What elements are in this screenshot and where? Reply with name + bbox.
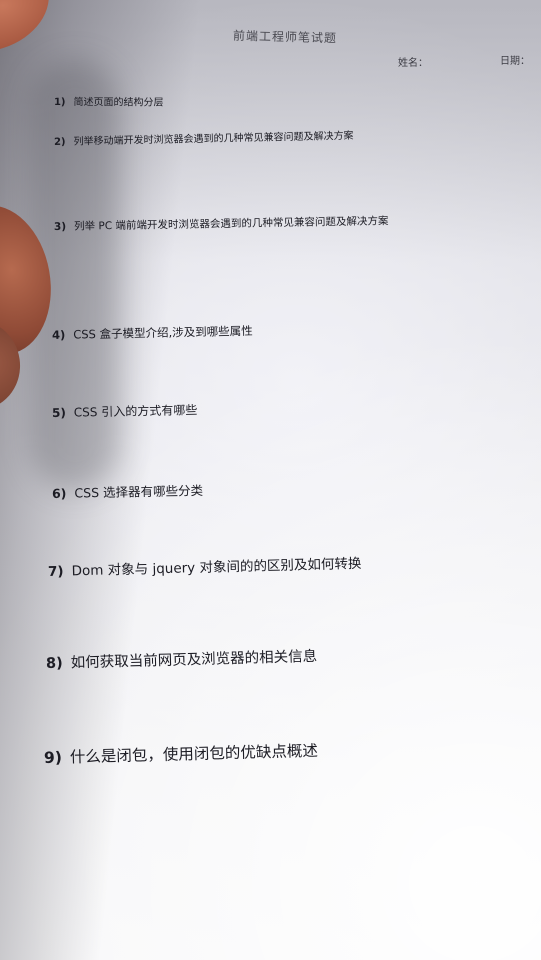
question-text: CSS 盒子模型介绍,涉及到哪些属性 — [73, 323, 253, 342]
question-text: CSS 引入的方式有哪些 — [73, 402, 198, 420]
question-3: 3) 列举 PC 端前端开发时浏览器会遇到的几种常见兼容问题及解决方案 — [54, 213, 389, 234]
question-number: 6) — [51, 485, 67, 501]
question-2: 2) 列举移动端开发时浏览器会遇到的几种常见兼容问题及解决方案 — [54, 127, 354, 148]
question-number: 2) — [53, 136, 66, 148]
question-number: 7) — [47, 563, 64, 580]
question-number: 5) — [51, 405, 66, 420]
question-5: 5) CSS 引入的方式有哪些 — [52, 401, 198, 421]
date-label: 日期： — [500, 56, 530, 67]
question-text: 列举 PC 端前端开发时浏览器会遇到的几种常见兼容问题及解决方案 — [74, 215, 389, 233]
question-number: 3) — [53, 220, 67, 233]
question-text: 简述页面的结构分层 — [73, 97, 164, 109]
question-8: 8) 如何获取当前网页及浏览器的相关信息 — [46, 645, 318, 673]
finger-top-left — [0, 0, 61, 67]
hand-shadow — [30, 60, 120, 490]
exam-paper: 前端工程师笔试题 姓名： 日期： 1) 简述页面的结构分层 2) 列举移动端开发时浏… — [0, 0, 541, 960]
question-9: 9) 什么是闭包，使用闭包的优缺点概述 — [44, 739, 318, 768]
question-number: 1) — [53, 97, 66, 109]
question-number: 4) — [51, 327, 66, 342]
question-text: 如何获取当前网页及浏览器的相关信息 — [70, 648, 318, 672]
question-7: 7) Dom 对象与 jquery 对象间的的区别及如何转换 — [48, 552, 362, 580]
question-text: CSS 选择器有哪些分类 — [74, 482, 204, 501]
question-number: 8) — [45, 655, 63, 672]
question-6: 6) CSS 选择器有哪些分类 — [52, 480, 203, 502]
finger-lower-left — [0, 314, 26, 416]
exam-title: 前端工程师笔试题 — [232, 28, 338, 46]
question-text: 列举移动端开发时浏览器会遇到的几种常见兼容问题及解决方案 — [73, 130, 354, 148]
question-number: 9) — [43, 748, 63, 767]
question-1: 1) 简述页面的结构分层 — [54, 93, 164, 109]
question-text: 什么是闭包，使用闭包的优缺点概述 — [69, 741, 319, 767]
question-4: 4) CSS 盒子模型介绍,涉及到哪些属性 — [52, 323, 253, 343]
question-text: Dom 对象与 jquery 对象间的的区别及如何转换 — [71, 555, 362, 580]
name-label: 姓名： — [398, 58, 428, 69]
